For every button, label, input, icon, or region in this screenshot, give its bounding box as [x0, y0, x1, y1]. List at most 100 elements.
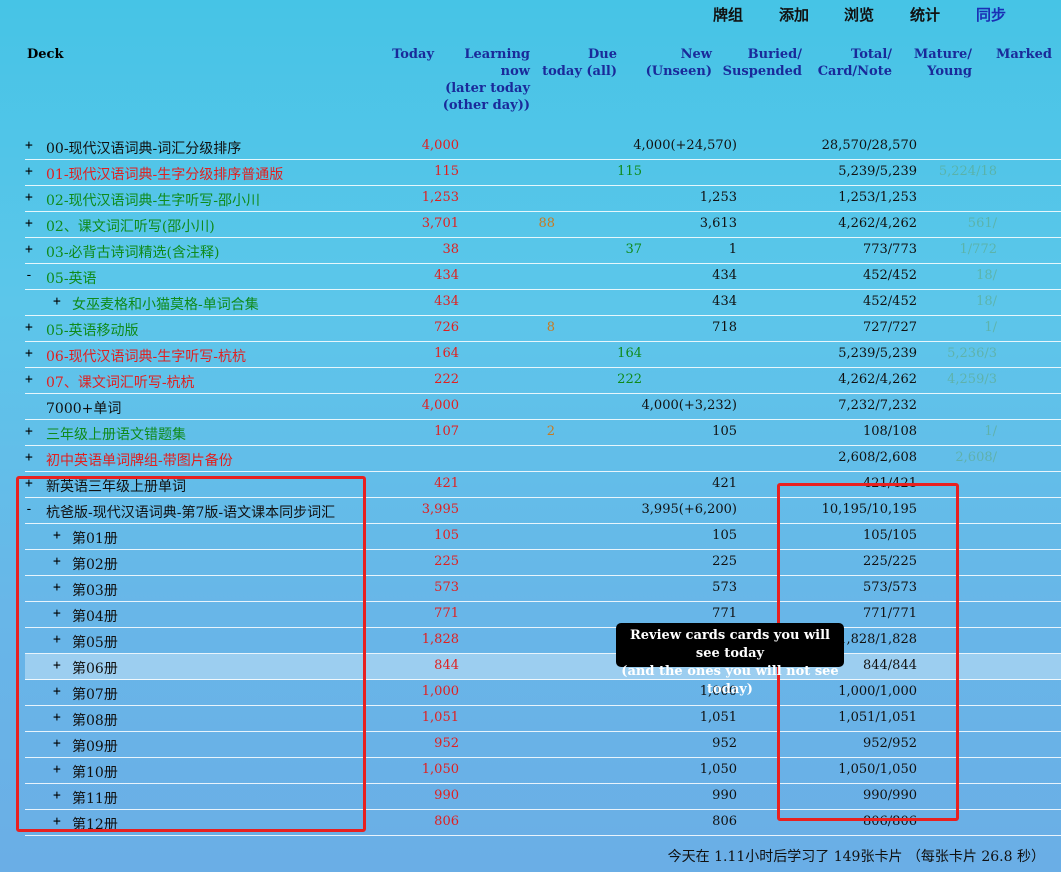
nav-decks[interactable]: 牌组 — [713, 4, 743, 25]
deck-row[interactable]: + 第03册 573 573 573/573 — [25, 576, 1061, 602]
expand-toggle[interactable]: + — [25, 190, 33, 205]
deck-name-link[interactable]: 02-现代汉语词典-生字听写-邵小川 — [46, 190, 260, 210]
deck-row[interactable]: +07、课文词汇听写-杭杭 222 222 4,262/4,262 4,259/3 — [25, 368, 1061, 394]
deck-name-link[interactable]: 05-英语 — [46, 268, 97, 288]
total-count: 452/452 — [862, 268, 917, 283]
expand-toggle[interactable]: + — [53, 294, 61, 309]
deck-name-link[interactable]: 第08册 — [72, 710, 118, 730]
deck-row[interactable]: + 第11册 990 990 990/990 — [25, 784, 1061, 810]
new-count: 952 — [712, 736, 737, 751]
deck-name-link[interactable]: 第12册 — [72, 814, 118, 834]
deck-row[interactable]: - 杭爸版-现代汉语词典-第7版-语文课本同步词汇 3,995 3,995(+6,20… — [25, 498, 1061, 524]
deck-row[interactable]: + 第04册 771 771 771/771 — [25, 602, 1061, 628]
deck-row[interactable]: +05-英语移动版 726 8 718 727/727 1/ — [25, 316, 1061, 342]
deck-row[interactable]: + 第12册 806 806 806/806 — [25, 810, 1061, 836]
deck-name-link[interactable]: 第06册 — [72, 658, 118, 678]
collapse-toggle[interactable]: - — [25, 502, 33, 517]
today-count: 573 — [434, 580, 459, 595]
deck-name-link[interactable]: 杭爸版-现代汉语词典-第7版-语文课本同步词汇 — [46, 502, 335, 522]
expand-toggle[interactable]: + — [53, 632, 61, 647]
deck-name-link[interactable]: 初中英语单词牌组-带图片备份 — [46, 450, 233, 470]
deck-name-link[interactable]: 01-现代汉语词典-生字分级排序普通版 — [46, 164, 283, 184]
deck-name-link[interactable]: 第05册 — [72, 632, 118, 652]
deck-name-link[interactable]: 06-现代汉语词典-生字听写-杭杭 — [46, 346, 246, 366]
deck-name-link[interactable]: 女巫麦格和小猫莫格-单词合集 — [72, 294, 259, 314]
deck-row[interactable]: +01-现代汉语词典-生字分级排序普通版 115 115 5,239/5,239 5,2… — [25, 160, 1061, 186]
deck-row[interactable]: + 第08册 1,051 1,051 1,051/1,051 — [25, 706, 1061, 732]
deck-name-link[interactable]: 07、课文词汇听写-杭杭 — [46, 372, 195, 392]
deck-row[interactable]: + 第06册 844 844/844 — [25, 654, 1061, 680]
expand-toggle[interactable]: + — [53, 762, 61, 777]
deck-row[interactable]: + 初中英语单词牌组-带图片备份 2,608/2,608 2,608/ — [25, 446, 1061, 472]
deck-row[interactable]: +00-现代汉语词典-词汇分级排序 4,000 4,000(+24,570) 28,5… — [25, 134, 1061, 160]
expand-toggle[interactable]: + — [53, 788, 61, 803]
today-count: 3,995 — [421, 502, 459, 517]
deck-name-link[interactable]: 第07册 — [72, 684, 118, 704]
deck-row[interactable]: +03-必背古诗词精选(含注释) 38 37 1 773/773 1/772 — [25, 238, 1061, 264]
deck-name-link[interactable]: 三年级上册语文错题集 — [46, 424, 186, 444]
deck-row[interactable]: + 三年级上册语文错题集 107 2 105 108/108 1/ — [25, 420, 1061, 446]
total-count: 4,262/4,262 — [838, 216, 917, 231]
deck-row[interactable]: 7000+单词 4,000 4,000(+3,232) 7,232/7,232 — [25, 394, 1061, 420]
deck-name-link[interactable]: 新英语三年级上册单词 — [46, 476, 186, 496]
today-count: 1,051 — [421, 710, 459, 725]
expand-toggle[interactable]: + — [53, 580, 61, 595]
deck-name-link[interactable]: 第04册 — [72, 606, 118, 626]
expand-toggle[interactable]: + — [53, 736, 61, 751]
deck-row[interactable]: +02、课文词汇听写(邵小川) 3,701 88 3,613 4,262/4,262 56… — [25, 212, 1061, 238]
deck-name-link[interactable]: 02、课文词汇听写(邵小川) — [46, 216, 215, 236]
expand-toggle[interactable]: + — [53, 684, 61, 699]
expand-toggle[interactable]: + — [25, 216, 33, 231]
deck-list: +00-现代汉语词典-词汇分级排序 4,000 4,000(+24,570) 28,5… — [25, 134, 1061, 836]
deck-row[interactable]: +06-现代汉语词典-生字听写-杭杭 164 164 5,239/5,239 5,236… — [25, 342, 1061, 368]
deck-row[interactable]: + 第07册 1,000 1,000 1,000/1,000 — [25, 680, 1061, 706]
nav-stats[interactable]: 统计 — [910, 4, 940, 25]
deck-name-link[interactable]: 7000+单词 — [46, 398, 121, 418]
deck-name-link[interactable]: 03-必背古诗词精选(含注释) — [46, 242, 219, 262]
mature-young-count: 18/ — [976, 294, 997, 309]
deck-name-link[interactable]: 第01册 — [72, 528, 118, 548]
deck-name-link[interactable]: 第03册 — [72, 580, 118, 600]
nav-add[interactable]: 添加 — [779, 4, 809, 25]
deck-row[interactable]: + 第09册 952 952 952/952 — [25, 732, 1061, 758]
expand-toggle[interactable]: + — [25, 424, 33, 439]
deck-name-link[interactable]: 第10册 — [72, 762, 118, 782]
deck-row[interactable]: + 第10册 1,050 1,050 1,050/1,050 — [25, 758, 1061, 784]
deck-row[interactable]: + 新英语三年级上册单词 421 421 421/421 — [25, 472, 1061, 498]
expand-toggle[interactable]: + — [25, 320, 33, 335]
deck-row[interactable]: + 第02册 225 225 225/225 — [25, 550, 1061, 576]
today-count: 4,000 — [421, 398, 459, 413]
collapse-toggle[interactable]: - — [25, 268, 33, 283]
expand-toggle[interactable]: + — [25, 138, 33, 153]
deck-name-link[interactable]: 05-英语移动版 — [46, 320, 139, 340]
deck-row[interactable]: +第05册1,8281,8281,828/1,828 — [25, 628, 1061, 654]
expand-toggle[interactable]: + — [25, 476, 33, 491]
expand-toggle[interactable]: + — [53, 658, 61, 673]
total-count: 421/421 — [862, 476, 917, 491]
deck-row[interactable]: +02-现代汉语词典-生字听写-邵小川 1,253 1,253 1,253/1,253 — [25, 186, 1061, 212]
nav-sync[interactable]: 同步 — [976, 4, 1006, 25]
expand-toggle[interactable]: + — [25, 450, 33, 465]
learning-count: 88 — [538, 216, 555, 231]
deck-name-link[interactable]: 第11册 — [72, 788, 118, 808]
deck-row[interactable]: + 第01册 105 105 105/105 — [25, 524, 1061, 550]
deck-name-link[interactable]: 第09册 — [72, 736, 118, 756]
deck-row[interactable]: + 女巫麦格和小猫莫格-单词合集 434 434 452/452 18/ — [25, 290, 1061, 316]
expand-toggle[interactable]: + — [53, 710, 61, 725]
deck-name-link[interactable]: 00-现代汉语词典-词汇分级排序 — [46, 138, 241, 158]
total-count: 990/990 — [862, 788, 917, 803]
deck-row[interactable]: -05-英语 434 434 452/452 18/ — [25, 264, 1061, 290]
header-buried-line1: Buried/ — [747, 47, 802, 62]
expand-toggle[interactable]: + — [25, 164, 33, 179]
total-count: 1,000/1,000 — [838, 684, 917, 699]
expand-toggle[interactable]: + — [53, 814, 61, 829]
expand-toggle[interactable]: + — [25, 372, 33, 387]
expand-toggle[interactable]: + — [25, 346, 33, 361]
expand-toggle[interactable]: + — [53, 606, 61, 621]
expand-toggle[interactable]: + — [25, 242, 33, 257]
expand-toggle[interactable]: + — [53, 554, 61, 569]
new-count: 225 — [712, 554, 737, 569]
expand-toggle[interactable]: + — [53, 528, 61, 543]
nav-browse[interactable]: 浏览 — [844, 4, 874, 25]
deck-name-link[interactable]: 第02册 — [72, 554, 118, 574]
